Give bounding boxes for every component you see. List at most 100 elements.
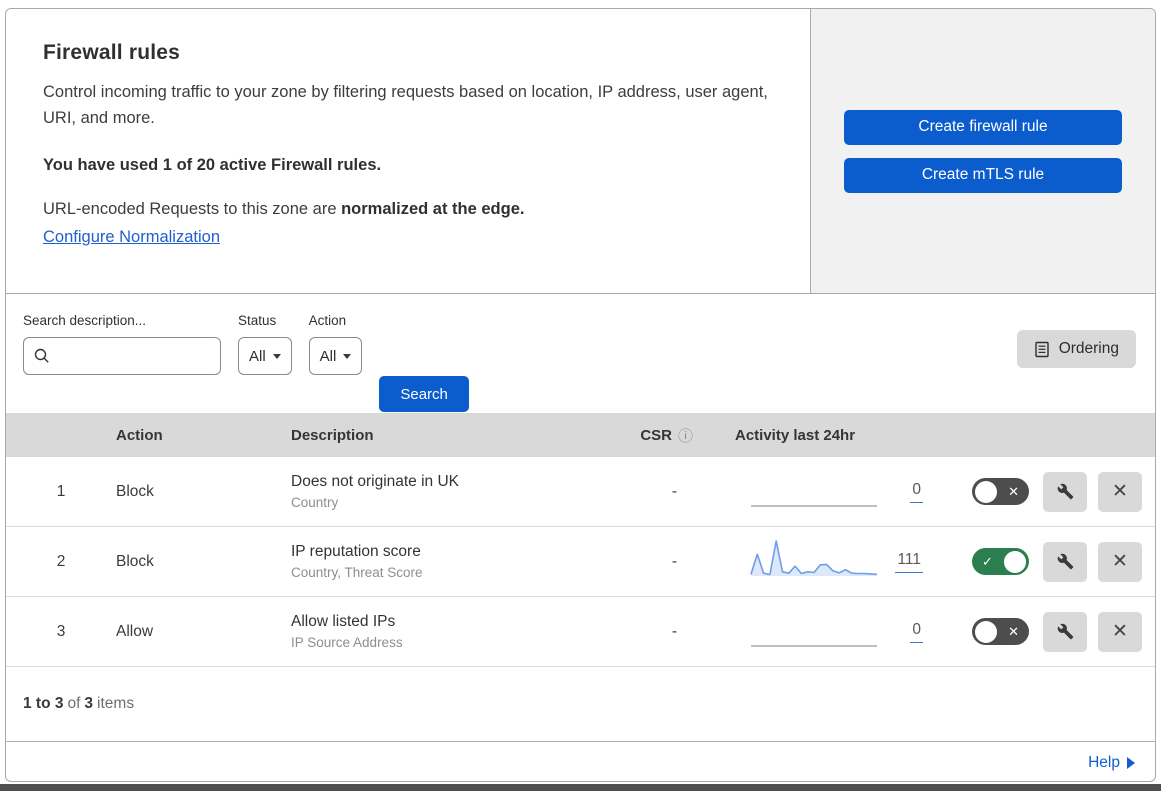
search-input[interactable] bbox=[58, 346, 210, 366]
table-row: 2 Block IP reputation score Country, Thr… bbox=[6, 527, 1155, 597]
rule-description: Does not originate in UK bbox=[291, 473, 460, 490]
rule-fields: Country, Threat Score bbox=[291, 565, 423, 580]
rule-description: Allow listed IPs bbox=[291, 613, 396, 630]
rule-enabled-toggle[interactable]: ✓ ✕ bbox=[972, 618, 1029, 645]
status-selected-value: All bbox=[249, 347, 266, 365]
firewall-card: Firewall rules Control incoming traffic … bbox=[5, 8, 1156, 782]
activity-sparkline bbox=[750, 608, 878, 655]
search-label: Search description... bbox=[23, 313, 147, 328]
rule-activity-cell: 0 bbox=[735, 468, 965, 515]
rule-fields: Country bbox=[291, 495, 339, 510]
rule-description-cell: IP reputation score Country, Threat Scor… bbox=[291, 543, 645, 580]
rule-description-cell: Allow listed IPs IP Source Address bbox=[291, 613, 645, 650]
edit-rule-button[interactable] bbox=[1043, 541, 1087, 582]
rule-activity-cell: 0 bbox=[735, 608, 965, 655]
rule-controls: ✓ ✕ ✕ bbox=[965, 471, 1155, 512]
action-field-group: Action All bbox=[308, 313, 363, 375]
rule-csr-value: - bbox=[671, 552, 677, 570]
activity-count-link[interactable]: 111 bbox=[895, 551, 923, 573]
rule-priority: 2 bbox=[56, 552, 66, 570]
normalization-note: URL-encoded Requests to this zone are no… bbox=[43, 200, 770, 219]
ordering-button[interactable]: Ordering bbox=[1016, 330, 1136, 368]
create-firewall-rule-button[interactable]: Create firewall rule bbox=[844, 109, 1122, 145]
close-icon: ✕ bbox=[1112, 481, 1128, 502]
cta-panel: Create firewall rule Create mTLS rule bbox=[811, 9, 1155, 293]
usage-summary: You have used 1 of 20 active Firewall ru… bbox=[43, 156, 382, 175]
action-column-header: Action bbox=[116, 426, 163, 444]
x-icon: ✕ bbox=[1008, 623, 1019, 639]
rule-controls: ✓ ✕ ✕ bbox=[965, 541, 1155, 582]
rule-controls: ✓ ✕ ✕ bbox=[965, 611, 1155, 652]
edit-rule-button[interactable] bbox=[1043, 471, 1087, 512]
rule-csr-value: - bbox=[671, 622, 677, 640]
rule-action: Allow bbox=[116, 622, 154, 640]
help-label: Help bbox=[1088, 753, 1120, 771]
rule-csr-value: - bbox=[671, 482, 677, 500]
table-header: Action Description CSR ⓘ Activity last 2… bbox=[6, 413, 1155, 457]
intro-panel: Firewall rules Control incoming traffic … bbox=[6, 9, 811, 293]
action-dropdown[interactable]: All bbox=[308, 337, 363, 375]
delete-rule-button[interactable]: ✕ bbox=[1098, 611, 1142, 652]
rule-enabled-toggle[interactable]: ✓ ✕ bbox=[972, 548, 1029, 575]
close-icon: ✕ bbox=[1112, 621, 1128, 642]
wrench-icon bbox=[1057, 483, 1073, 500]
rule-enabled-toggle[interactable]: ✓ ✕ bbox=[972, 478, 1029, 505]
normalization-text: URL-encoded Requests to this zone are bbox=[43, 200, 342, 219]
chevron-down-icon bbox=[272, 353, 281, 359]
check-icon: ✓ bbox=[982, 553, 993, 569]
search-button[interactable]: Search bbox=[379, 376, 469, 412]
rule-action: Block bbox=[116, 552, 154, 570]
filter-bar: Search description... Status All Action … bbox=[6, 294, 1155, 413]
info-icon[interactable]: ⓘ bbox=[678, 425, 693, 446]
help-link[interactable]: Help bbox=[1088, 754, 1135, 772]
window-bottom-edge bbox=[0, 784, 1161, 791]
arrow-right-icon bbox=[1127, 756, 1135, 769]
rule-description: IP reputation score bbox=[291, 543, 421, 560]
search-icon bbox=[34, 348, 49, 363]
ordering-label: Ordering bbox=[1058, 340, 1119, 357]
pagination-range: 1 to 3 bbox=[23, 695, 64, 712]
help-strip: Help bbox=[6, 741, 1155, 781]
page-description: Control incoming traffic to your zone by… bbox=[43, 83, 768, 127]
configure-normalization-link[interactable]: Configure Normalization bbox=[43, 228, 220, 247]
action-filter-label: Action bbox=[308, 313, 347, 328]
wrench-icon bbox=[1057, 553, 1073, 570]
close-icon: ✕ bbox=[1112, 551, 1128, 572]
create-mtls-rule-button[interactable]: Create mTLS rule bbox=[844, 157, 1122, 193]
search-input-box[interactable] bbox=[23, 337, 221, 375]
toggle-knob bbox=[1004, 550, 1026, 573]
rule-fields: IP Source Address bbox=[291, 635, 403, 650]
delete-rule-button[interactable]: ✕ bbox=[1098, 471, 1142, 512]
edit-rule-button[interactable] bbox=[1043, 611, 1087, 652]
chevron-down-icon bbox=[343, 353, 352, 359]
activity-count-link[interactable]: 0 bbox=[910, 621, 923, 643]
status-dropdown[interactable]: All bbox=[238, 337, 292, 375]
table-row: 3 Allow Allow listed IPs IP Source Addre… bbox=[6, 597, 1155, 667]
activity-count-link[interactable]: 0 bbox=[910, 481, 923, 503]
rule-activity-cell: 111 bbox=[735, 538, 965, 585]
action-selected-value: All bbox=[319, 347, 337, 365]
rule-description-cell: Does not originate in UK Country bbox=[291, 473, 645, 510]
wrench-icon bbox=[1057, 623, 1073, 640]
activity-column-header: Activity last 24hr bbox=[735, 426, 856, 444]
activity-sparkline bbox=[750, 538, 878, 585]
pagination-of: of bbox=[67, 695, 81, 712]
ordering-list-icon bbox=[1034, 341, 1049, 357]
normalization-bold: normalized at the edge. bbox=[341, 200, 525, 219]
header-section: Firewall rules Control incoming traffic … bbox=[6, 9, 1155, 294]
pagination-items: items bbox=[97, 695, 135, 712]
rule-priority: 3 bbox=[56, 622, 66, 640]
csr-column-header: CSR ⓘ bbox=[640, 425, 693, 446]
status-field-group: Status All bbox=[238, 313, 292, 375]
rule-action: Block bbox=[116, 482, 154, 500]
page-title: Firewall rules bbox=[43, 41, 181, 64]
x-icon: ✕ bbox=[1008, 483, 1019, 499]
description-column-header: Description bbox=[291, 426, 374, 444]
pagination-total: 3 bbox=[84, 695, 94, 712]
activity-sparkline bbox=[750, 468, 878, 515]
delete-rule-button[interactable]: ✕ bbox=[1098, 541, 1142, 582]
toggle-knob bbox=[975, 620, 997, 643]
pagination-summary: 1 to 3 of 3 items bbox=[6, 667, 1155, 741]
firewall-rules-page: Firewall rules Control incoming traffic … bbox=[0, 0, 1161, 791]
table-row: 1 Block Does not originate in UK Country… bbox=[6, 457, 1155, 527]
